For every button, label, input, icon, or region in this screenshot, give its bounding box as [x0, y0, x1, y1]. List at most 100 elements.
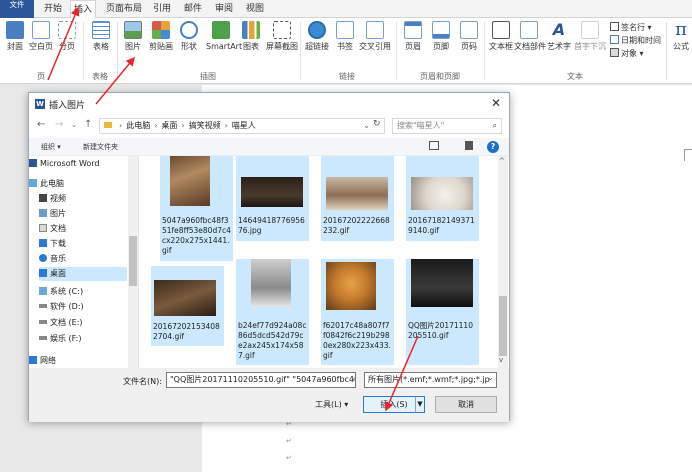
sidebar-item-drive-e[interactable]: 文档 (E:) — [39, 316, 137, 330]
wordart-icon: A — [552, 20, 566, 39]
chevron-down-icon[interactable]: ⌄ — [363, 119, 370, 133]
scrollbar-thumb[interactable] — [499, 296, 507, 356]
screenshot-button[interactable]: 屏幕截图 — [266, 20, 298, 70]
tab-references[interactable]: 引用 — [149, 0, 175, 18]
address-bar[interactable]: › 此电脑 › 桌面 › 搞笑视频 › 喵星人 ⌄ — [99, 118, 385, 134]
tab-review[interactable]: 审阅 — [211, 0, 237, 18]
file-item[interactable]: 201671821493719140.gif — [406, 156, 479, 241]
sidebar-item-word[interactable]: Microsoft Word — [29, 157, 127, 171]
tools-button[interactable]: 工具(L) ▾ — [315, 399, 348, 410]
file-item[interactable]: 1464941877695676.jpg — [236, 156, 309, 241]
sidebar-item-drive-c[interactable]: 系统 (C:) — [39, 285, 137, 299]
breadcrumb[interactable]: 桌面 — [161, 121, 177, 130]
search-input[interactable]: 搜索"喵星人" ⌕ — [392, 118, 502, 134]
file-name: 201671821493719140.gif — [408, 216, 475, 235]
wordart-button[interactable]: A 艺术字 — [544, 20, 574, 70]
page-number-button[interactable]: 页码 — [454, 20, 484, 70]
scroll-up-icon[interactable]: ^ — [499, 157, 505, 165]
dialog-title-bar[interactable]: W 插入图片 ✕ — [29, 93, 509, 115]
sidebar-item-videos[interactable]: 视频 — [39, 192, 137, 206]
group-separator — [300, 22, 301, 80]
chart-button[interactable]: 图表 — [236, 20, 266, 70]
refresh-icon[interactable]: ↻ — [373, 119, 381, 129]
scroll-down-icon[interactable]: v — [499, 356, 503, 364]
sidebar-item-drive-d[interactable]: 软件 (D:) — [39, 300, 137, 314]
forward-arrow-icon[interactable]: → — [55, 119, 63, 130]
header-button[interactable]: 页眉 — [398, 20, 428, 70]
sidebar-item-this-pc[interactable]: 此电脑 — [29, 177, 127, 191]
command-bar: 组织 ▾ 新建文件夹 ? — [29, 138, 509, 156]
breadcrumb[interactable]: 此电脑 — [126, 121, 150, 130]
quick-parts-button[interactable]: 文档部件 — [514, 20, 546, 70]
dialog-footer: 文件名(N): "QQ图片20171110205510.gif" "5047a9… — [29, 368, 509, 422]
table-button[interactable]: 表格 — [86, 20, 116, 70]
filename-input[interactable]: "QQ图片20171110205510.gif" "5047a960fbc48 — [166, 372, 356, 388]
signature-line-button[interactable]: 签名行 ▾ — [610, 22, 652, 33]
file-name: QQ图片20171110205510.gif — [408, 321, 473, 340]
cancel-button[interactable]: 取消 — [435, 396, 497, 413]
object-button[interactable]: 对象 ▾ — [610, 48, 644, 59]
file-item[interactable]: b24ef77d924a08c86d5dcd542d79ce2ax245x174… — [236, 259, 309, 365]
signature-icon — [610, 22, 619, 31]
dropcap-button[interactable]: 首字下沉 — [574, 20, 606, 70]
page-break-button[interactable]: 分页 — [52, 20, 82, 70]
insert-dropdown-button[interactable]: ▼ — [415, 396, 425, 413]
tab-insert[interactable]: 插入 — [70, 0, 96, 18]
textbox-icon — [492, 21, 510, 39]
file-item[interactable]: f62017c48a807f7f0842f6c219b2980ex280x223… — [321, 259, 394, 365]
equation-button[interactable]: π 公式 — [668, 20, 692, 70]
table-icon — [92, 21, 110, 39]
file-name: f62017c48a807f7f0842f6c219b2980ex280x223… — [323, 321, 391, 360]
tab-home[interactable]: 开始 — [40, 0, 66, 18]
tab-file[interactable]: 文件 — [0, 0, 34, 18]
help-icon[interactable]: ? — [487, 141, 499, 153]
file-name: 5047a960fbc48f351fe8ff53e80d7c4cx220x275… — [162, 216, 231, 255]
file-list-scrollbar[interactable]: ^ v — [498, 156, 508, 368]
calendar-icon — [610, 35, 619, 44]
sidebar-item-desktop[interactable]: 桌面 — [39, 267, 127, 281]
cross-reference-button[interactable]: 交叉引用 — [358, 20, 392, 70]
sidebar-item-downloads[interactable]: 下载 — [39, 237, 137, 251]
hyperlink-button[interactable]: 超链接 — [302, 20, 332, 70]
footer-button[interactable]: 页脚 — [426, 20, 456, 70]
back-arrow-icon[interactable]: ← — [37, 119, 45, 130]
shapes-button[interactable]: 形状 — [174, 20, 204, 70]
sidebar-item-drive-f[interactable]: 娱乐 (F:) — [39, 332, 137, 346]
scrollbar-thumb[interactable] — [129, 236, 137, 286]
close-icon[interactable]: ✕ — [491, 96, 501, 110]
preview-pane-icon[interactable] — [465, 141, 473, 150]
sidebar-item-music[interactable]: 音乐 — [39, 252, 137, 266]
file-type-select[interactable]: 所有图片(*.emf;*.wmf;*.jpg;*.jp — [364, 372, 497, 388]
documents-folder-icon — [39, 224, 47, 232]
clipart-button[interactable]: 剪贴画 — [146, 20, 176, 70]
textbox-button[interactable]: 文本框 — [486, 20, 516, 70]
bookmark-button[interactable]: 书签 — [330, 20, 360, 70]
chevron-down-icon[interactable]: ⌄ — [487, 373, 494, 382]
picture-button[interactable]: 图片 — [118, 20, 148, 70]
dialog-title: 插入图片 — [49, 101, 86, 111]
file-item[interactable]: 20167202222668232.gif — [321, 156, 394, 241]
cross-reference-icon — [366, 21, 384, 39]
recent-locations-icon[interactable]: ⌄ — [71, 121, 77, 129]
sidebar-item-network[interactable]: 网络 — [29, 354, 127, 368]
file-item[interactable]: 5047a960fbc48f351fe8ff53e80d7c4cx220x275… — [160, 156, 233, 261]
breadcrumb[interactable]: 喵星人 — [232, 121, 256, 130]
breadcrumb[interactable]: 搞笑视频 — [189, 121, 221, 130]
tab-view[interactable]: 视图 — [242, 0, 268, 18]
file-item[interactable]: 201672021534082704.gif — [151, 266, 224, 346]
datetime-button[interactable]: 日期和时间 — [610, 35, 661, 46]
sidebar-item-documents[interactable]: 文档 — [39, 222, 137, 236]
chevron-down-icon[interactable]: ⌄ — [350, 373, 357, 382]
new-folder-button[interactable]: 新建文件夹 — [83, 142, 118, 152]
organize-button[interactable]: 组织 ▾ — [41, 142, 61, 152]
view-options-icon[interactable] — [429, 141, 439, 150]
watermark-text: 搜狗指南 — [558, 394, 662, 422]
file-thumbnail — [241, 177, 303, 207]
sidebar-scrollbar[interactable] — [128, 156, 138, 368]
tab-mailings[interactable]: 邮件 — [180, 0, 206, 18]
tab-page-layout[interactable]: 页面布局 — [104, 0, 144, 18]
sidebar-item-pictures[interactable]: 图片 — [39, 207, 137, 221]
up-arrow-icon[interactable]: ↑ — [84, 119, 92, 130]
file-item[interactable]: QQ图片20171110205510.gif — [406, 259, 479, 365]
smartart-button[interactable]: SmartArt — [206, 20, 242, 70]
